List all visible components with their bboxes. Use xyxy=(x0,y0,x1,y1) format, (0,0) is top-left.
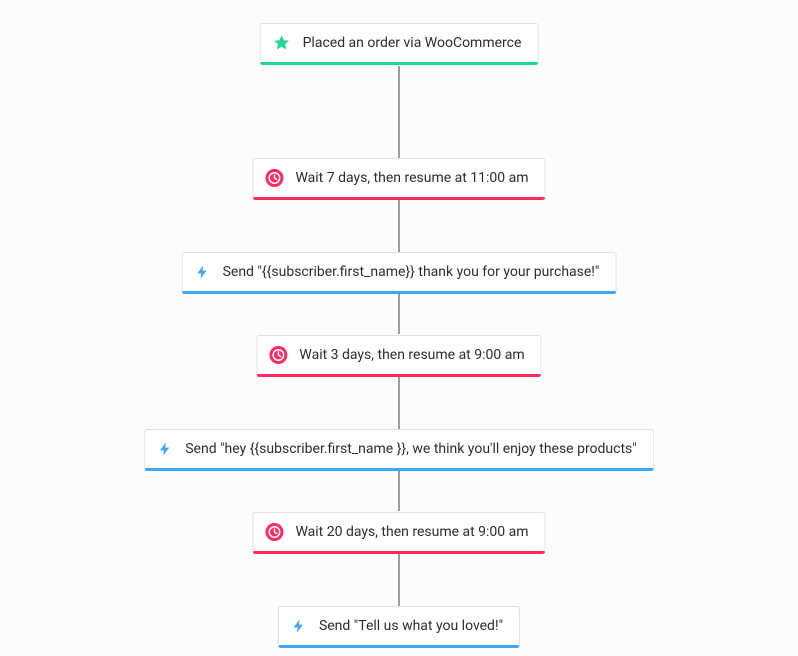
flow-connector xyxy=(398,471,400,511)
step-label: Wait 20 days, then resume at 9:00 am xyxy=(295,524,528,541)
flow-step-trigger[interactable]: Placed an order via WooCommerce xyxy=(260,23,539,65)
bolt-icon xyxy=(291,617,307,635)
flow-step-action[interactable]: Send "{{subscriber.first_name}} thank yo… xyxy=(182,252,617,294)
flow-connector xyxy=(398,377,400,429)
flow-connector xyxy=(398,200,400,252)
step-label: Wait 7 days, then resume at 11:00 am xyxy=(295,170,528,187)
clock-icon xyxy=(265,169,283,187)
bolt-icon xyxy=(195,263,211,281)
bolt-icon xyxy=(157,440,173,458)
flow-step-action[interactable]: Send "Tell us what you loved!" xyxy=(278,606,520,648)
flow-connector xyxy=(398,294,400,334)
step-label: Placed an order via WooCommerce xyxy=(303,35,522,52)
step-label: Wait 3 days, then resume at 9:00 am xyxy=(299,347,524,364)
flow-step-wait[interactable]: Wait 20 days, then resume at 9:00 am xyxy=(252,512,545,554)
star-icon xyxy=(273,34,291,52)
automation-flow: Placed an order via WooCommerce Wait 7 d… xyxy=(0,0,798,656)
flow-step-action[interactable]: Send "hey {{subscriber.first_name }}, we… xyxy=(144,429,654,471)
step-label: Send "hey {{subscriber.first_name }}, we… xyxy=(185,441,637,458)
flow-step-wait[interactable]: Wait 7 days, then resume at 11:00 am xyxy=(252,158,545,200)
flow-connector xyxy=(398,554,400,606)
clock-icon xyxy=(269,346,287,364)
step-label: Send "{{subscriber.first_name}} thank yo… xyxy=(223,264,600,281)
step-label: Send "Tell us what you loved!" xyxy=(319,618,503,635)
flow-connector xyxy=(398,66,400,158)
clock-icon xyxy=(265,523,283,541)
flow-step-wait[interactable]: Wait 3 days, then resume at 9:00 am xyxy=(256,335,541,377)
